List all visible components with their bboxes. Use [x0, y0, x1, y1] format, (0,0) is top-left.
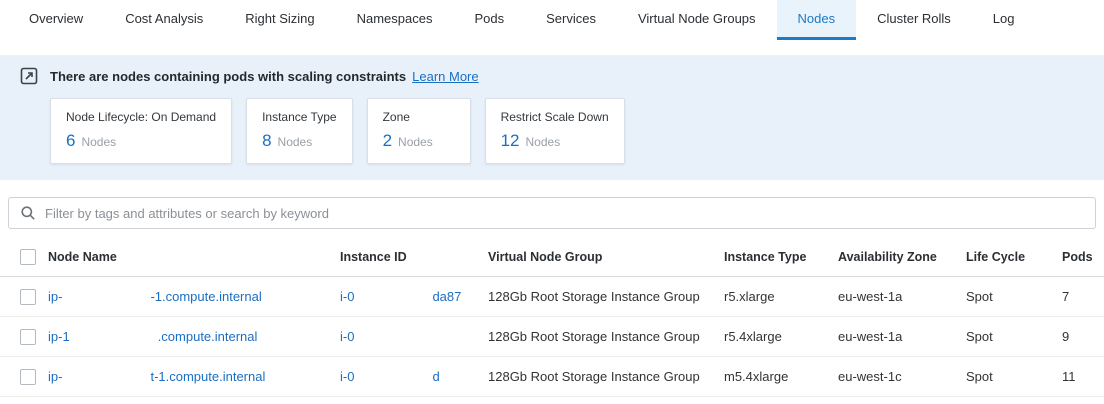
tab-namespaces[interactable]: Namespaces	[336, 0, 454, 40]
filter-search-bar[interactable]	[8, 197, 1096, 229]
instance-type-cell: m5.4xlarge	[724, 369, 838, 384]
header-instance-id: Instance ID	[340, 250, 488, 264]
tab-virtual-node-groups[interactable]: Virtual Node Groups	[617, 0, 777, 40]
tab-nodes[interactable]: Nodes	[777, 0, 857, 40]
card-title: Restrict Scale Down	[501, 110, 609, 124]
header-pods: Pods	[1062, 250, 1104, 264]
life-cycle-cell: Spot	[966, 289, 1062, 304]
tab-right-sizing[interactable]: Right Sizing	[224, 0, 335, 40]
card-unit: Nodes	[526, 135, 561, 149]
select-all-checkbox[interactable]	[20, 249, 36, 265]
top-tab-bar: Overview Cost Analysis Right Sizing Name…	[0, 0, 1104, 40]
nodes-table: Node Name Instance ID Virtual Node Group…	[0, 237, 1104, 397]
header-availability-zone: Availability Zone	[838, 250, 966, 264]
node-name-prefix: ip-1	[48, 329, 70, 344]
node-name-prefix: ip-	[48, 369, 62, 384]
header-node-name: Node Name	[48, 250, 340, 264]
availability-zone-cell: eu-west-1a	[838, 289, 966, 304]
instance-id-link[interactable]: i-0 d	[340, 369, 488, 384]
pods-cell: 7	[1062, 289, 1104, 304]
node-name-suffix: -1.compute.internal	[150, 289, 261, 304]
row-checkbox[interactable]	[20, 369, 36, 385]
node-name-link[interactable]: ip-1 .compute.internal	[48, 329, 340, 344]
pods-cell: 11	[1062, 369, 1104, 384]
banner-message: There are nodes containing pods with sca…	[50, 69, 406, 84]
life-cycle-cell: Spot	[966, 369, 1062, 384]
card-title: Instance Type	[262, 110, 337, 124]
card-unit: Nodes	[398, 135, 433, 149]
scaling-constraints-banner: There are nodes containing pods with sca…	[0, 55, 1104, 180]
tab-cost-analysis[interactable]: Cost Analysis	[104, 0, 224, 40]
instance-id-prefix: i-0	[340, 329, 354, 344]
node-name-link[interactable]: ip-t-1.compute.internal	[48, 369, 340, 384]
card-count: 12	[501, 131, 520, 151]
redacted-segment	[354, 340, 432, 341]
card-count: 6	[66, 131, 75, 151]
constraint-summary-cards: Node Lifecycle: On Demand 6 Nodes Instan…	[50, 98, 1084, 164]
table-header-row: Node Name Instance ID Virtual Node Group…	[0, 237, 1104, 277]
node-name-suffix: t-1.compute.internal	[150, 369, 265, 384]
table-row: ip-1 .compute.internal i-0 128Gb Root Sto…	[0, 317, 1104, 357]
instance-id-suffix: d	[432, 369, 439, 384]
node-name-link[interactable]: ip- -1.compute.internal	[48, 289, 340, 304]
redacted-segment	[70, 340, 158, 341]
table-row: ip-t-1.compute.internal i-0 d 128Gb Root …	[0, 357, 1104, 397]
scaling-constraints-icon	[20, 67, 38, 85]
row-checkbox[interactable]	[20, 329, 36, 345]
tab-overview[interactable]: Overview	[8, 0, 104, 40]
pods-cell: 9	[1062, 329, 1104, 344]
availability-zone-cell: eu-west-1a	[838, 329, 966, 344]
card-count: 2	[383, 131, 392, 151]
instance-id-link[interactable]: i-0	[340, 329, 488, 344]
instance-id-prefix: i-0	[340, 289, 354, 304]
life-cycle-cell: Spot	[966, 329, 1062, 344]
instance-id-prefix: i-0	[340, 369, 354, 384]
card-unit: Nodes	[81, 135, 116, 149]
instance-type-cell: r5.4xlarge	[724, 329, 838, 344]
redacted-segment	[62, 380, 150, 381]
search-input[interactable]	[45, 206, 1084, 221]
redacted-segment	[62, 300, 150, 301]
virtual-node-group-cell: 128Gb Root Storage Instance Group	[488, 329, 724, 344]
redacted-segment	[354, 300, 432, 301]
redacted-segment	[354, 380, 432, 381]
card-unit: Nodes	[278, 135, 313, 149]
tab-services[interactable]: Services	[525, 0, 617, 40]
card-node-lifecycle-on-demand[interactable]: Node Lifecycle: On Demand 6 Nodes	[50, 98, 232, 164]
tab-pods[interactable]: Pods	[453, 0, 525, 40]
card-zone[interactable]: Zone 2 Nodes	[367, 98, 471, 164]
card-count: 8	[262, 131, 271, 151]
header-instance-type: Instance Type	[724, 250, 838, 264]
instance-id-link[interactable]: i-0 da87	[340, 289, 488, 304]
header-life-cycle: Life Cycle	[966, 250, 1062, 264]
tab-log[interactable]: Log	[972, 0, 1036, 40]
search-icon	[20, 205, 36, 221]
card-title: Node Lifecycle: On Demand	[66, 110, 216, 124]
card-restrict-scale-down[interactable]: Restrict Scale Down 12 Nodes	[485, 98, 625, 164]
row-checkbox[interactable]	[20, 289, 36, 305]
node-name-prefix: ip-	[48, 289, 62, 304]
node-name-suffix: .compute.internal	[158, 329, 258, 344]
virtual-node-group-cell: 128Gb Root Storage Instance Group	[488, 289, 724, 304]
availability-zone-cell: eu-west-1c	[838, 369, 966, 384]
card-title: Zone	[383, 110, 455, 124]
learn-more-link[interactable]: Learn More	[412, 69, 478, 84]
header-virtual-node-group: Virtual Node Group	[488, 250, 724, 264]
card-instance-type[interactable]: Instance Type 8 Nodes	[246, 98, 353, 164]
instance-id-suffix: da87	[432, 289, 461, 304]
instance-type-cell: r5.xlarge	[724, 289, 838, 304]
table-row: ip- -1.compute.internal i-0 da87 128Gb Roo…	[0, 277, 1104, 317]
tab-cluster-rolls[interactable]: Cluster Rolls	[856, 0, 972, 40]
virtual-node-group-cell: 128Gb Root Storage Instance Group	[488, 369, 724, 384]
